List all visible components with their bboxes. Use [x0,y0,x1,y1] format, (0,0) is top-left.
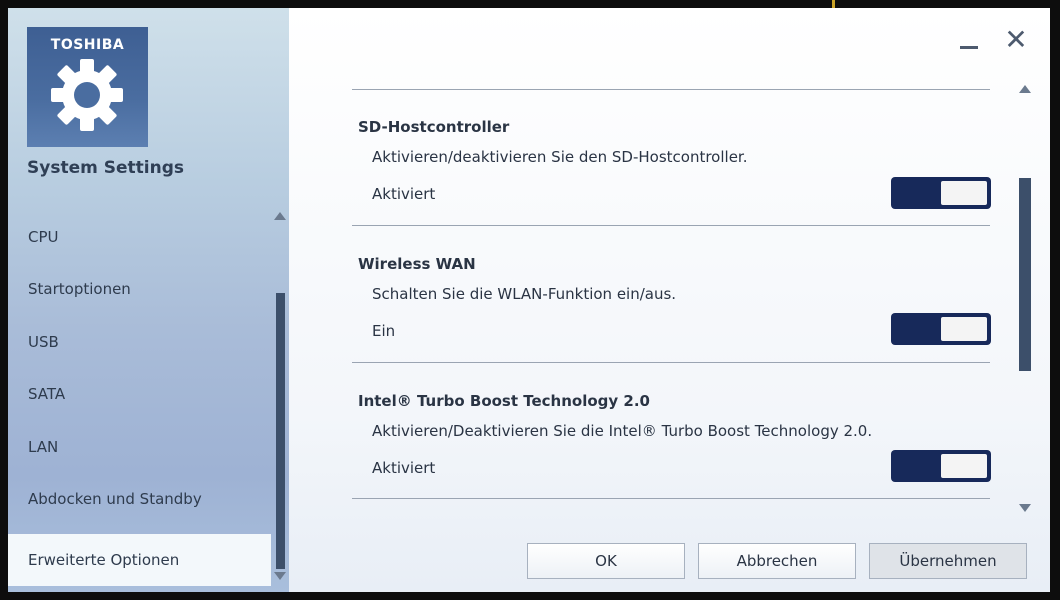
sidebar-scrollbar-thumb[interactable] [276,293,285,569]
section-description: Schalten Sie die WLAN-Funktion ein/aus. [372,285,677,303]
sidebar-item-abdocken-und-standby[interactable]: Abdocken und Standby [8,473,271,525]
section-title-turbo-boost: Intel® Turbo Boost Technology 2.0 [358,392,650,410]
sidebar-item-usb[interactable]: USB [8,316,271,368]
sidebar-scroll-up-icon[interactable] [274,212,286,220]
main-panel: ✕ SD-Hostcontroller Aktivieren/deaktivie… [289,8,1050,592]
section-title-wireless-wan: Wireless WAN [358,255,476,273]
sidebar-item-erweiterte-optionen[interactable]: Erweiterte Optionen [8,534,271,586]
sidebar: TOSHIBA System Settings CPU Startoptione… [8,8,289,592]
close-button[interactable]: ✕ [1000,24,1032,56]
content-scroll-down-icon[interactable] [1019,504,1031,512]
cancel-button[interactable]: Abbrechen [698,543,856,579]
desktop-background [832,0,835,8]
gear-icon [51,59,123,131]
app-title: System Settings [27,158,184,178]
section-description: Aktivieren/Deaktivieren Sie die Intel® T… [372,422,873,440]
divider [352,89,990,90]
content-scrollbar-thumb[interactable] [1019,178,1031,371]
sidebar-item-lan[interactable]: LAN [8,421,271,473]
section-status: Aktiviert [372,459,436,477]
minimize-icon [960,46,978,49]
turbo-boost-toggle[interactable] [891,450,991,482]
toshiba-logo: TOSHIBA [27,27,148,147]
divider [352,225,990,226]
logo-brand-text: TOSHIBA [50,37,125,53]
minimize-button[interactable] [953,30,983,60]
section-status: Ein [372,322,396,340]
system-settings-window: TOSHIBA System Settings CPU Startoptione… [8,8,1050,592]
divider [352,498,990,499]
section-status: Aktiviert [372,185,436,203]
toggle-knob [941,181,987,205]
sd-hostcontroller-toggle[interactable] [891,177,991,209]
section-description: Aktivieren/deaktivieren Sie den SD-Hostc… [372,148,748,166]
wireless-wan-toggle[interactable] [891,313,991,345]
close-icon: ✕ [1004,23,1028,56]
ok-button[interactable]: OK [527,543,685,579]
sidebar-item-sata[interactable]: SATA [8,368,271,420]
apply-button[interactable]: Übernehmen [869,543,1027,579]
sidebar-item-cpu[interactable]: CPU [8,211,271,263]
content-scroll-up-icon[interactable] [1019,85,1031,93]
toggle-knob [941,317,987,341]
toggle-knob [941,454,987,478]
divider [352,362,990,363]
sidebar-scroll-down-icon[interactable] [274,572,286,580]
section-title-sd-hostcontroller: SD-Hostcontroller [358,118,510,136]
sidebar-item-startoptionen[interactable]: Startoptionen [8,263,271,315]
